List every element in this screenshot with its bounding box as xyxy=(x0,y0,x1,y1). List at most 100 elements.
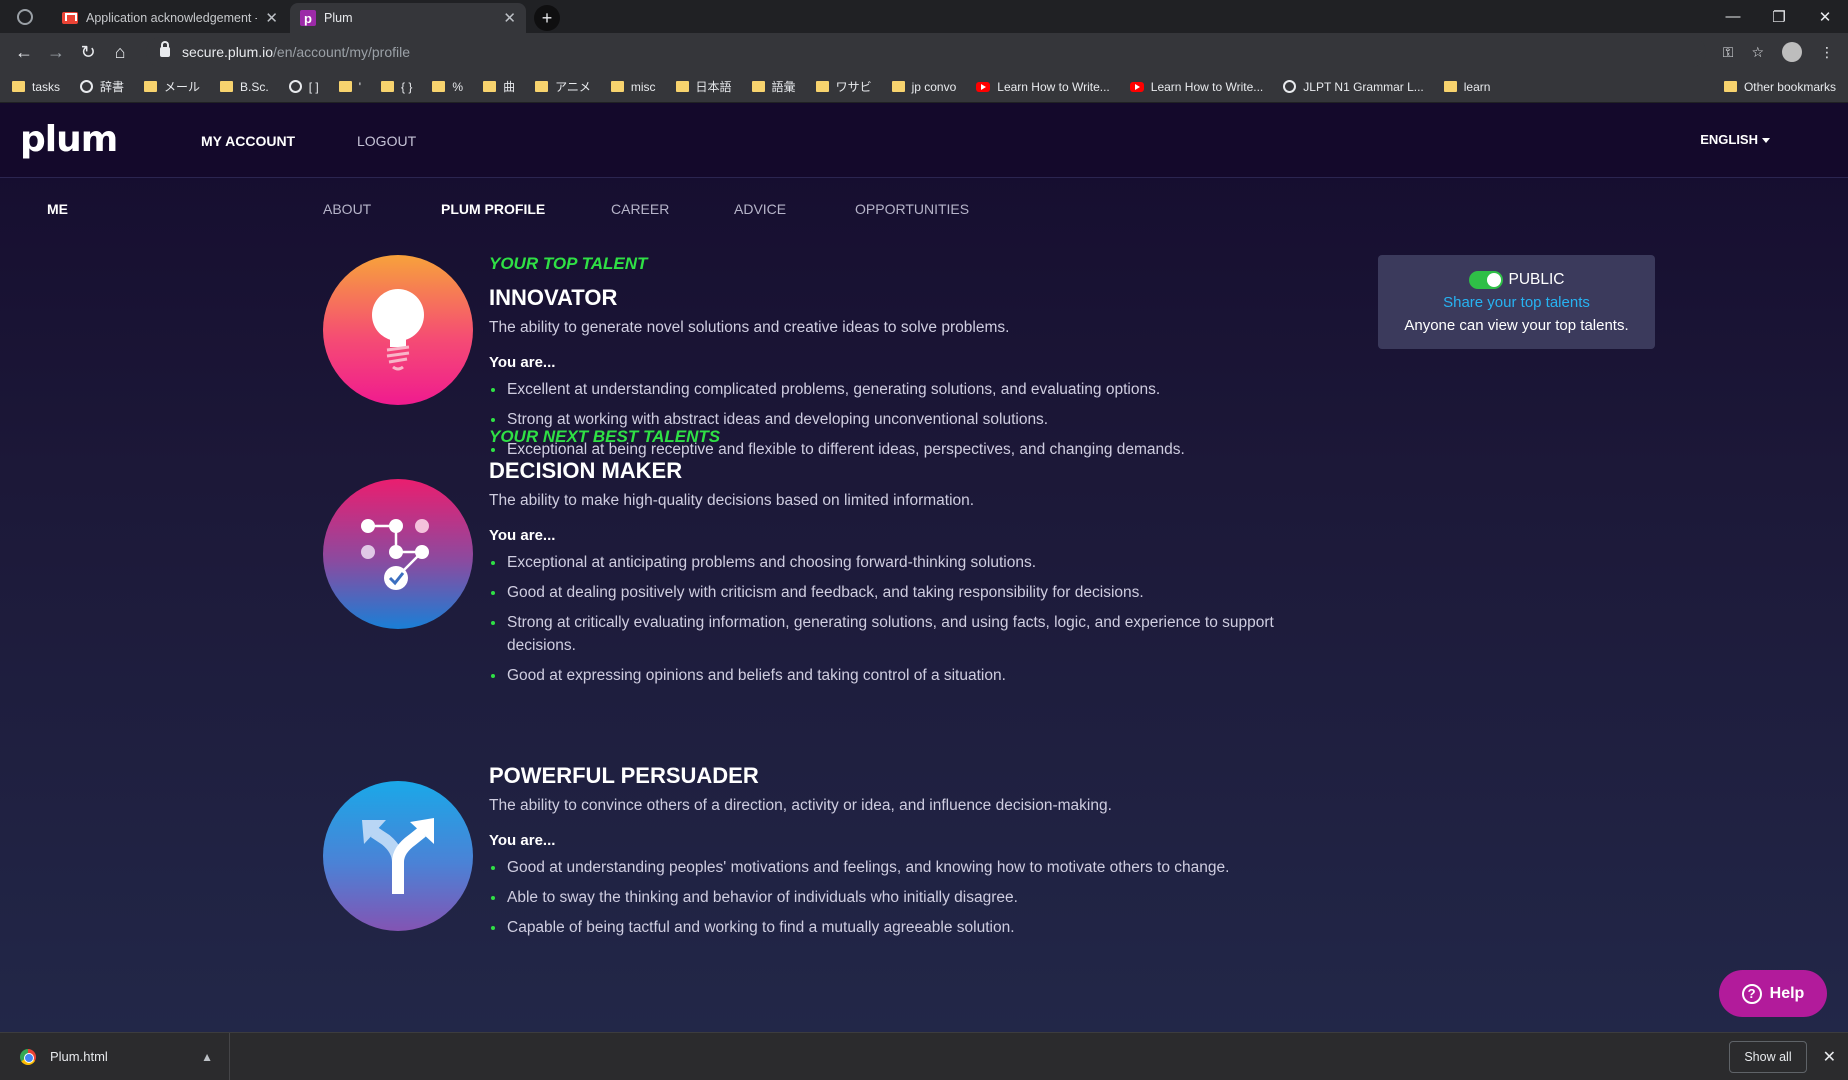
nav-logout[interactable]: LOGOUT xyxy=(357,133,416,149)
plum-logo[interactable]: plum xyxy=(20,119,118,160)
tab-title: Application acknowledgement - j xyxy=(86,11,258,25)
bookmark-item[interactable]: アニメ xyxy=(535,78,591,95)
bookmark-item[interactable]: 辞書 xyxy=(80,78,124,95)
forward-button[interactable]: → xyxy=(40,42,72,63)
bookmark-item[interactable]: [ ] xyxy=(288,79,319,94)
bookmark-label: [ ] xyxy=(308,79,319,94)
folder-icon xyxy=(815,81,829,92)
share-talents-link[interactable]: Share your top talents xyxy=(1378,294,1655,311)
bookmark-item[interactable]: { } xyxy=(381,80,412,94)
chevron-up-icon[interactable]: ▲ xyxy=(201,1050,213,1064)
tab-opportunities[interactable]: OPPORTUNITIES xyxy=(855,201,969,217)
key-icon[interactable]: ⚿ xyxy=(1723,44,1734,61)
lock-icon xyxy=(160,41,170,57)
nav-my-account[interactable]: MY ACCOUNT xyxy=(201,133,295,149)
menu-icon[interactable]: ⋮ xyxy=(1820,44,1834,61)
chrome-file-icon xyxy=(20,1048,36,1065)
folder-icon xyxy=(12,81,25,92)
public-toggle[interactable] xyxy=(1468,271,1503,289)
split-arrows-icon xyxy=(362,818,434,894)
close-window-button[interactable]: ✕ xyxy=(1802,8,1848,26)
you-are-heading: You are... xyxy=(489,832,556,849)
gmail-icon xyxy=(62,12,78,24)
folder-icon xyxy=(1443,81,1457,92)
bookmark-label: tasks xyxy=(32,79,61,94)
tab-about[interactable]: ABOUT xyxy=(323,201,371,217)
talent-title-persuader: POWERFUL PERSUADER xyxy=(489,763,759,788)
download-item[interactable]: Plum.html ▲ xyxy=(0,1032,230,1080)
home-button[interactable]: ⌂ xyxy=(104,42,136,63)
bookmark-item[interactable]: 日本語 xyxy=(675,78,732,95)
bookmark-item[interactable]: ' xyxy=(338,80,361,94)
bookmark-label: 辞書 xyxy=(100,80,125,94)
bookmark-item[interactable]: Learn How to Write... xyxy=(976,80,1110,94)
public-toggle-label: PUBLIC xyxy=(1508,271,1565,288)
url-path: /en/account/my/profile xyxy=(273,44,411,60)
bookmark-item[interactable]: ワサビ xyxy=(815,78,872,95)
bookmark-item[interactable]: misc xyxy=(610,80,656,94)
bookmark-label: 語彙 xyxy=(771,80,796,94)
globe-icon xyxy=(1283,80,1297,93)
address-bar[interactable]: secure.plum.io/en/account/my/profile xyxy=(146,37,1706,67)
bookmark-item[interactable]: tasks xyxy=(12,80,60,94)
tab-plum[interactable]: p Plum ✕ xyxy=(290,3,526,33)
folder-icon xyxy=(338,81,352,92)
reload-button[interactable]: ↻ xyxy=(72,42,104,63)
close-icon[interactable]: ✕ xyxy=(1823,1047,1836,1067)
bookmark-label: アニメ xyxy=(555,80,591,94)
talent-bullets: Exceptional at anticipating problems and… xyxy=(489,551,1309,694)
bookmark-label: JLPT N1 Grammar L... xyxy=(1303,79,1424,94)
minimize-button[interactable]: — xyxy=(1710,8,1756,25)
browser-toolbar: ← → ↻ ⌂ secure.plum.io/en/account/my/pro… xyxy=(0,33,1848,71)
folder-icon xyxy=(432,81,446,92)
profile-avatar[interactable] xyxy=(1782,42,1802,62)
bookmark-item[interactable]: 語彙 xyxy=(751,78,796,95)
bookmark-label: ワサビ xyxy=(835,80,872,94)
top-talent-label: YOUR TOP TALENT xyxy=(489,254,648,273)
tab-advice[interactable]: ADVICE xyxy=(734,201,786,217)
restore-button[interactable]: ❐ xyxy=(1756,8,1802,26)
youtube-icon xyxy=(976,81,991,92)
list-item: Able to sway the thinking and behavior o… xyxy=(489,886,1309,909)
tab-career[interactable]: CAREER xyxy=(611,201,669,217)
back-button[interactable]: ← xyxy=(8,42,40,63)
bookmark-label: jp convo xyxy=(911,79,957,94)
talent-description: The ability to make high-quality decisio… xyxy=(489,492,975,509)
close-icon[interactable]: ✕ xyxy=(265,9,278,27)
talent-description: The ability to convince others of a dire… xyxy=(489,797,1112,814)
bookmark-item[interactable]: メール xyxy=(144,78,200,95)
close-icon[interactable]: ✕ xyxy=(503,9,516,27)
subnav-me[interactable]: ME xyxy=(47,201,68,217)
lightbulb-icon xyxy=(372,289,424,371)
bookmark-item[interactable]: Learn How to Write... xyxy=(1129,79,1264,94)
other-bookmarks[interactable]: Other bookmarks xyxy=(1723,80,1836,94)
public-note: Anyone can view your top talents. xyxy=(1404,317,1629,334)
next-talents-label: YOUR NEXT BEST TALENTS xyxy=(489,427,721,446)
bookmark-item[interactable]: jp convo xyxy=(891,79,957,94)
list-item: Good at dealing positively with criticis… xyxy=(489,581,1309,604)
download-shelf: Plum.html ▲ Show all ✕ xyxy=(0,1032,1848,1080)
globe-icon xyxy=(17,8,33,25)
talent-title-innovator: INNOVATOR xyxy=(489,285,618,310)
help-button[interactable]: ? Help xyxy=(1719,970,1827,1017)
bookmark-item[interactable]: learn xyxy=(1443,79,1491,94)
tab-gmail[interactable]: Application acknowledgement - j ✕ xyxy=(52,3,288,33)
bookmark-label: Learn How to Write... xyxy=(1150,79,1264,94)
bookmark-item[interactable]: JLPT N1 Grammar L... xyxy=(1283,79,1424,94)
bookmark-item[interactable]: B.Sc. xyxy=(220,80,269,94)
bookmark-label: 曲 xyxy=(503,80,516,94)
folder-icon xyxy=(1723,81,1737,92)
show-all-button[interactable]: Show all xyxy=(1729,1040,1807,1073)
new-tab-button[interactable]: + xyxy=(534,5,560,31)
bookmark-label: learn xyxy=(1463,79,1491,94)
folder-icon xyxy=(751,81,765,92)
language-dropdown[interactable]: ENGLISH xyxy=(1700,132,1770,147)
tab-search-button[interactable] xyxy=(0,0,50,33)
tab-plum-profile[interactable]: PLUM PROFILE xyxy=(441,201,545,217)
star-icon[interactable]: ☆ xyxy=(1751,44,1764,61)
bookmark-item[interactable]: 曲 xyxy=(483,78,515,95)
folder-icon xyxy=(891,81,905,92)
page-content: plum MY ACCOUNT LOGOUT ENGLISH ME ABOUT … xyxy=(0,103,1848,1032)
bookmark-item[interactable]: % xyxy=(432,80,463,94)
list-item: Exceptional at anticipating problems and… xyxy=(489,551,1309,574)
